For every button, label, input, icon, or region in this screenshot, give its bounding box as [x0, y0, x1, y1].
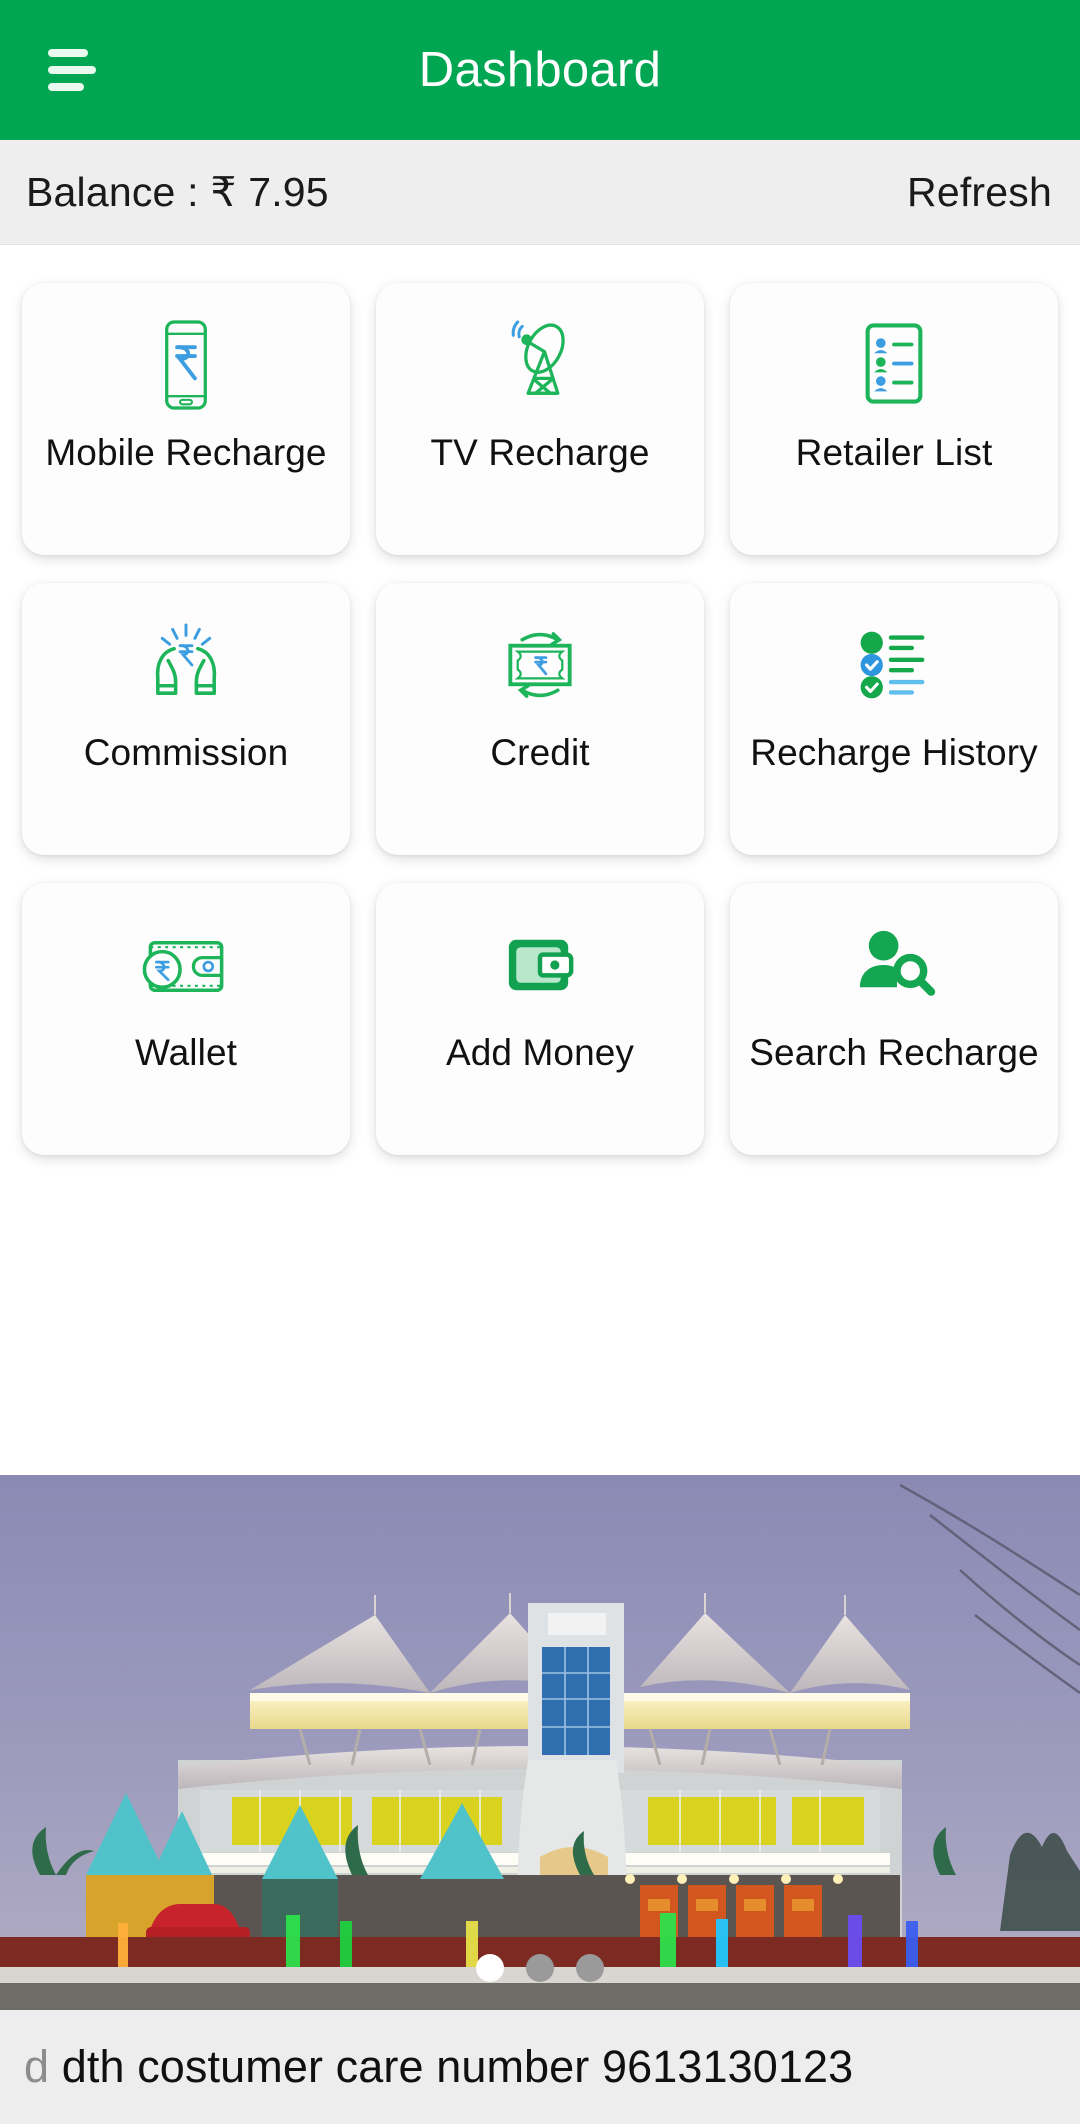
banknote-exchange-icon	[492, 617, 588, 713]
carousel-dot-3[interactable]	[576, 1954, 604, 1982]
mobile-phone-rupee-icon	[147, 317, 225, 413]
tile-credit[interactable]: Credit	[376, 583, 704, 855]
services-grid: Mobile Recharge TV Recharge Retailer Lis…	[22, 283, 1058, 1155]
hamburger-bar-2	[48, 66, 96, 74]
hamburger-bar-3	[48, 83, 84, 91]
promo-banner-carousel[interactable]	[0, 1475, 1080, 2010]
tile-label: Recharge History	[750, 732, 1038, 773]
page-title: Dashboard	[418, 43, 662, 97]
tile-label: TV Recharge	[430, 432, 650, 473]
checklist-history-icon	[848, 617, 940, 713]
tile-label: Search Recharge	[749, 1032, 1039, 1073]
carousel-dot-2[interactable]	[526, 1954, 554, 1982]
ticker-clipped-prefix: d	[24, 2041, 50, 2092]
tile-commission[interactable]: Commission	[22, 583, 350, 855]
tile-retailer-list[interactable]: Retailer List	[730, 283, 1058, 555]
balance-bar: Balance : ₹ 7.95 Refresh	[0, 140, 1080, 245]
clipboard-people-list-icon	[853, 317, 935, 413]
hamburger-menu-icon[interactable]	[48, 49, 104, 91]
tile-wallet[interactable]: Wallet	[22, 883, 350, 1155]
tile-add-money[interactable]: Add Money	[376, 883, 704, 1155]
carousel-dot-1[interactable]	[476, 1954, 504, 1982]
tile-label: Commission	[83, 732, 289, 773]
person-search-icon	[848, 917, 940, 1013]
tile-search-recharge[interactable]: Search Recharge	[730, 883, 1058, 1155]
news-ticker-bar[interactable]: d dth costumer care number 9613130123	[0, 2010, 1080, 2124]
tile-label: Retailer List	[795, 432, 993, 473]
hamburger-bar-1	[48, 49, 88, 57]
services-grid-area: Mobile Recharge TV Recharge Retailer Lis…	[0, 245, 1080, 1475]
tile-recharge-history[interactable]: Recharge History	[730, 583, 1058, 855]
hands-holding-rupee-icon	[136, 617, 236, 713]
tile-label: Mobile Recharge	[45, 432, 327, 473]
tile-label: Credit	[490, 732, 590, 773]
satellite-dish-icon	[490, 317, 590, 413]
refresh-button[interactable]: Refresh	[907, 169, 1052, 216]
banner-image	[0, 1475, 1080, 2010]
tile-mobile-recharge[interactable]: Mobile Recharge	[22, 283, 350, 555]
tile-label: Add Money	[445, 1032, 635, 1073]
carousel-indicator-dots	[476, 1954, 604, 1982]
wallet-rupee-coin-icon	[134, 917, 238, 1013]
tile-tv-recharge[interactable]: TV Recharge	[376, 283, 704, 555]
ticker-message: dth costumer care number 9613130123	[49, 2041, 854, 2092]
balance-value: Balance : ₹ 7.95	[26, 169, 329, 215]
tile-label: Wallet	[134, 1032, 238, 1073]
dashboard-screen: Dashboard Balance : ₹ 7.95 Refresh Mobil…	[0, 0, 1080, 2124]
ticker-text-line: d dth costumer care number 9613130123	[24, 2041, 853, 2093]
filled-wallet-icon	[496, 917, 584, 1013]
app-bar: Dashboard	[0, 0, 1080, 140]
